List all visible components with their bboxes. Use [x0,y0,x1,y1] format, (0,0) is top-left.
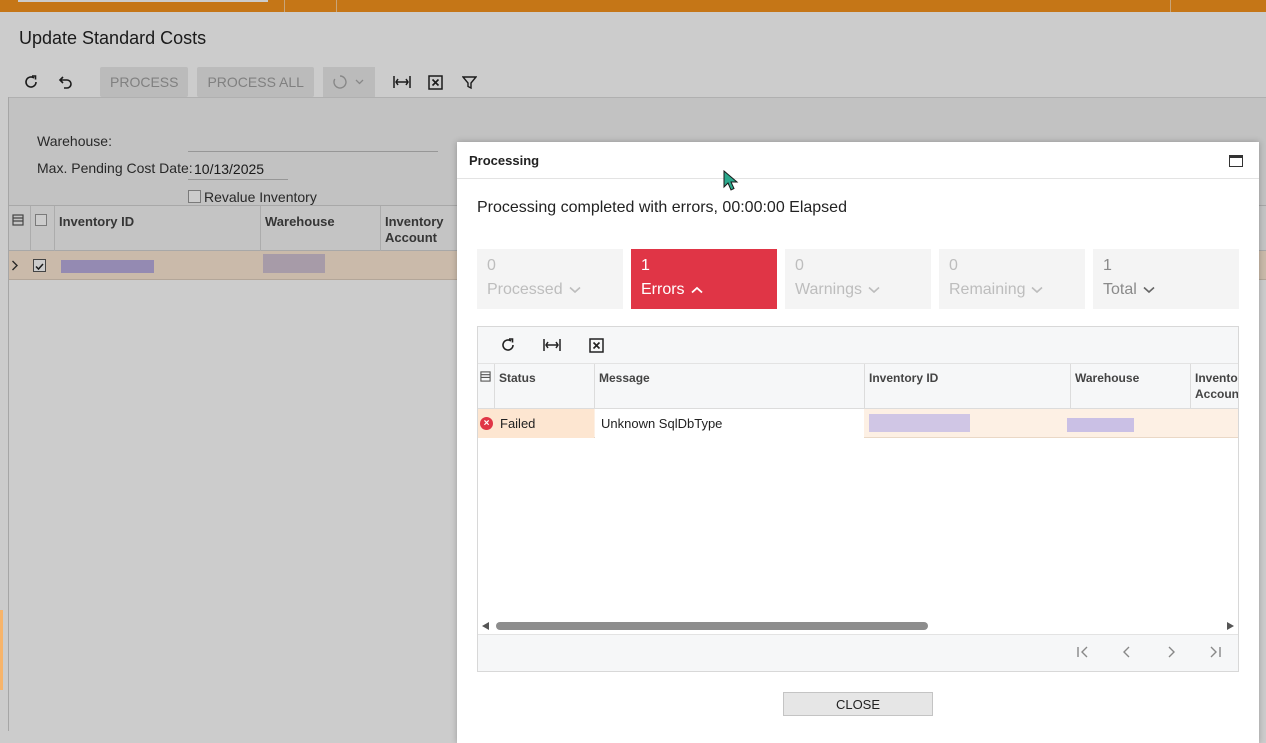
row-settings-icon[interactable] [478,364,494,409]
column-warehouse[interactable]: Warehouse [1070,364,1190,409]
processing-status-message: Processing completed with errors, 00:00:… [477,199,847,216]
tile-count: 1 [1103,257,1112,274]
scroll-left-icon[interactable] [482,622,489,630]
processing-dialog: Processing Processing completed with err… [457,142,1259,743]
message-cell: Unknown SqlDbType [595,409,864,438]
dialog-header: Processing [457,142,1259,179]
side-accent [0,610,3,690]
column-message[interactable]: Message [594,364,864,409]
maximize-icon[interactable] [1229,155,1243,167]
horizontal-scrollbar[interactable] [478,619,1238,633]
export-excel-icon[interactable] [574,330,618,360]
tile-count: 0 [795,257,804,274]
status-cell: × Failed [478,409,594,438]
tile-errors[interactable]: 1 Errors [631,249,777,309]
tile-processed[interactable]: 0 Processed [477,249,623,309]
column-inventory-account[interactable]: Inventory Account [1190,364,1238,409]
tile-count: 0 [487,257,496,274]
tile-count: 0 [949,257,958,274]
results-grid-header: Status Message Inventory ID Warehouse In… [478,364,1238,409]
column-inventory-id[interactable]: Inventory ID [864,364,1070,409]
tile-label: Total [1103,281,1137,298]
tile-warnings[interactable]: 0 Warnings [785,249,931,309]
tile-label: Warnings [795,281,862,298]
status-value: Failed [500,416,536,431]
dialog-title: Processing [469,153,540,168]
previous-page-icon[interactable] [1119,645,1135,661]
refresh-icon[interactable] [486,330,530,360]
fit-columns-icon[interactable] [530,330,574,360]
first-page-icon[interactable] [1075,645,1091,661]
tile-label: Errors [641,281,685,298]
tile-label: Remaining [949,281,1026,298]
table-row[interactable]: × Failed Unknown SqlDbType [478,409,1238,438]
tile-label: Processed [487,281,563,298]
redacted-inventory-id [869,414,970,432]
tile-total[interactable]: 1 Total [1093,249,1239,309]
chevron-up-icon [690,286,703,294]
scroll-right-icon[interactable] [1227,622,1234,630]
redacted-warehouse [1067,418,1134,432]
column-status[interactable]: Status [494,364,594,409]
error-icon: × [480,417,493,430]
results-grid: Status Message Inventory ID Warehouse In… [477,326,1239,672]
last-page-icon[interactable] [1207,645,1223,661]
chevron-down-icon [1143,286,1155,294]
scrollbar-thumb[interactable] [496,622,928,630]
mouse-cursor-icon [723,170,739,191]
chevron-down-icon [868,286,880,294]
pager [478,634,1238,671]
next-page-icon[interactable] [1163,645,1179,661]
close-button[interactable]: CLOSE [783,692,933,716]
tile-remaining[interactable]: 0 Remaining [939,249,1085,309]
tile-count: 1 [641,257,650,274]
results-toolbar [478,327,1238,364]
chevron-down-icon [1031,286,1044,294]
chevron-down-icon [569,286,581,294]
